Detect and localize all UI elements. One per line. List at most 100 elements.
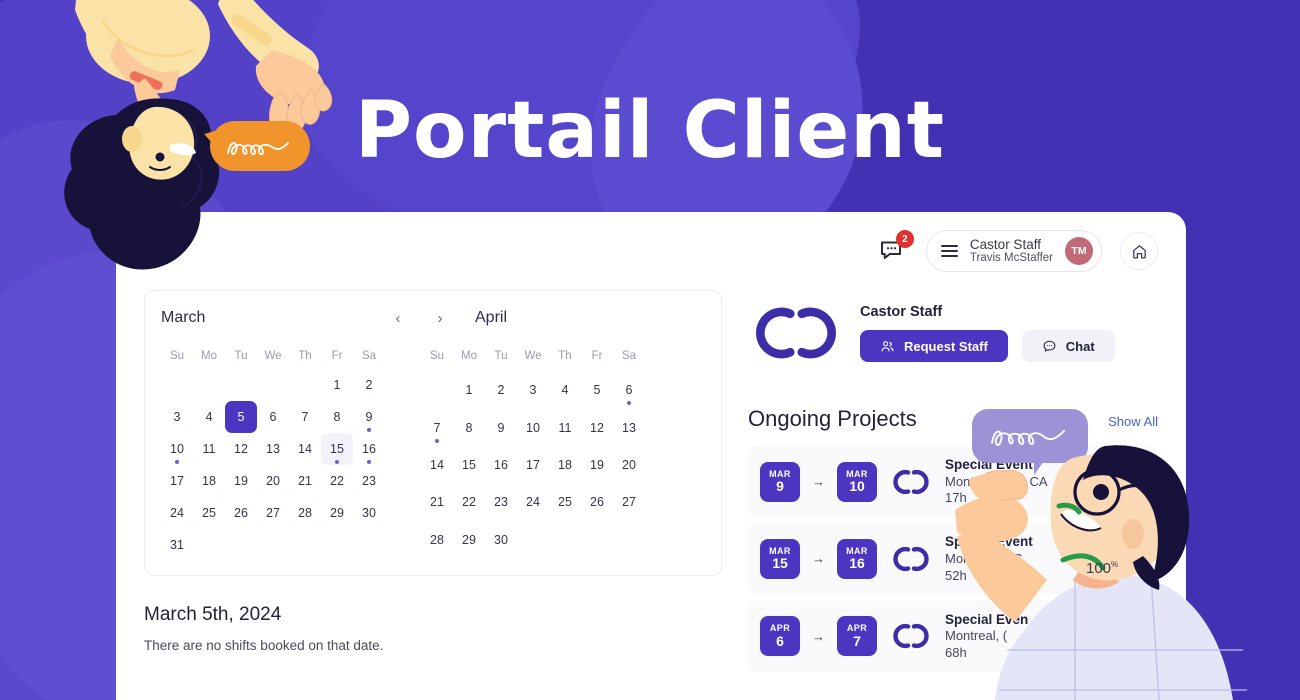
calendar-day-cell[interactable]: 20 <box>257 465 289 497</box>
calendar-day-cell[interactable]: 28 <box>421 524 453 556</box>
project-details: Special Event Montreal, QC, 52h <box>945 533 1033 584</box>
project-list-item[interactable]: APR 6 → APR 7 Special Even Montreal, ( 6… <box>748 600 1158 672</box>
calendar-day-cell[interactable]: 27 <box>613 486 645 518</box>
calendar-day-cell[interactable]: 2 <box>485 374 517 406</box>
chevron-right-icon[interactable]: › <box>433 310 447 327</box>
calendar-day-cell[interactable]: 31 <box>161 529 193 561</box>
calendar-day-cell[interactable]: 17 <box>517 449 549 481</box>
project-location: Montreal, QC, CA <box>945 473 1048 489</box>
project-name: Special Even <box>945 611 1029 627</box>
calendar-day-cell[interactable]: 15 <box>453 449 485 481</box>
calendar-nav: ‹ › <box>391 310 447 327</box>
calendar-day-number: 18 <box>202 474 216 488</box>
user-menu[interactable]: Castor Staff Travis McStaffer TM <box>925 229 1102 273</box>
calendar-day-cell[interactable]: 26 <box>225 497 257 529</box>
user-org-name: Castor Staff <box>969 236 1041 252</box>
calendar-day-cell[interactable]: 2 <box>353 369 385 401</box>
calendar-day-cell[interactable]: 20 <box>613 449 645 481</box>
calendar-day-cell[interactable]: 10 <box>161 433 193 465</box>
request-staff-button[interactable]: Request Staff <box>860 330 1008 362</box>
calendar-day-cell[interactable]: 13 <box>613 412 645 444</box>
calendar-day-cell[interactable]: 3 <box>517 374 549 406</box>
calendar-day-cell[interactable]: 18 <box>549 449 581 481</box>
calendar-day-number: 24 <box>526 495 540 510</box>
calendar-day-cell[interactable]: 26 <box>581 486 613 518</box>
calendar-event-dot <box>367 428 371 432</box>
calendar-day-cell[interactable]: 10 <box>517 412 549 444</box>
chip-day: 15 <box>772 555 788 572</box>
calendar-day-cell[interactable]: 24 <box>161 497 193 529</box>
calendar-day-number: 18 <box>558 457 572 472</box>
percent-value: 100 <box>1086 560 1112 577</box>
show-all-link[interactable]: Show All <box>1108 414 1158 429</box>
calendar-day-number: 23 <box>494 495 508 510</box>
calendar-day-cell[interactable]: 9 <box>353 401 385 433</box>
calendar-day-cell[interactable]: 12 <box>225 433 257 465</box>
calendar-day-cell[interactable]: 4 <box>193 401 225 433</box>
calendar-day-cell[interactable]: 21 <box>289 465 321 497</box>
calendar-day-cell[interactable]: 16 <box>353 433 385 465</box>
home-button[interactable] <box>1120 232 1158 270</box>
calendar-day-cell[interactable]: 30 <box>485 524 517 556</box>
calendar-day-cell[interactable]: 5 <box>581 374 613 406</box>
calendar-day-cell[interactable]: 22 <box>321 465 353 497</box>
calendar-day-cell[interactable]: 19 <box>225 465 257 497</box>
calendar-day-number: 27 <box>266 506 280 520</box>
chevron-left-icon[interactable]: ‹ <box>391 310 405 327</box>
calendar-day-cell[interactable]: 25 <box>193 497 225 529</box>
calendar-day-number: 1 <box>465 383 473 398</box>
calendar-day-cell[interactable]: 22 <box>453 486 485 518</box>
calendar-day-cell[interactable]: 30 <box>353 497 385 529</box>
project-list-item[interactable]: MAR 15 → MAR 16 Special Event Montreal, … <box>748 523 1158 595</box>
messages-button[interactable]: 2 <box>878 230 914 266</box>
calendar-day-cell[interactable]: 23 <box>353 465 385 497</box>
chip-day: 6 <box>776 632 784 649</box>
calendar-day-cell[interactable]: 9 <box>485 412 517 444</box>
calendar-day-number: 11 <box>558 420 572 435</box>
calendar-day-cell[interactable]: 14 <box>289 433 321 465</box>
calendar-day-cell[interactable]: 21 <box>421 486 453 518</box>
calendar-day-cell[interactable]: 14 <box>421 449 453 481</box>
calendar-day-name: Fr <box>591 350 603 362</box>
calendar-day-cell[interactable]: 8 <box>321 401 353 433</box>
calendar-day-number: 7 <box>301 410 309 424</box>
chat-button[interactable]: Chat <box>1021 330 1115 362</box>
calendar-day-cell[interactable]: 23 <box>485 486 517 518</box>
calendar-day-cell[interactable]: 28 <box>289 497 321 529</box>
calendar-empty-cell <box>161 369 193 401</box>
project-name: Special Event <box>945 534 1033 550</box>
calendar-day-cell[interactable]: 8 <box>453 412 485 444</box>
calendar-day-cell[interactable]: 11 <box>549 412 581 444</box>
calendar-day-cell[interactable]: 13 <box>257 433 289 465</box>
calendar-empty-cell <box>225 369 257 401</box>
calendar-grid-april: Su Mo Tu We Th Fr Sa 1 2 3 4 5 6 7 8 9 10 11 12 13 14 15 16 17 1… <box>421 343 645 561</box>
calendar-day-cell[interactable]: 11 <box>193 433 225 465</box>
calendar-day-cell[interactable]: 17 <box>161 465 193 497</box>
calendar-day-cell[interactable]: 29 <box>453 524 485 556</box>
calendar-day-cell[interactable]: 25 <box>549 486 581 518</box>
calendar-day-cell[interactable]: 1 <box>321 369 353 401</box>
calendar-day-cell[interactable]: 5 <box>225 401 257 433</box>
castor-interlocking-rings-logo <box>893 624 929 649</box>
calendar-day-cell[interactable]: 6 <box>613 374 645 406</box>
calendar-day-cell[interactable]: 16 <box>485 449 517 481</box>
calendar-day-cell[interactable]: 4 <box>549 374 581 406</box>
calendar-day-number: 16 <box>362 442 376 456</box>
calendar-day-cell[interactable]: 7 <box>421 412 453 444</box>
calendar-day-number: 3 <box>529 383 537 398</box>
calendar-day-cell[interactable]: 19 <box>581 449 613 481</box>
calendar-grids: Su Mo Tu We Th Fr Sa 1 2 3 4 5 6 7 8 9 10 11 12 13 14 15 16 17 1… <box>161 343 705 561</box>
project-list-item[interactable]: MAR 9 → MAR 10 Special Event Montreal, Q… <box>748 446 1158 518</box>
calendar-day-cell[interactable]: 24 <box>517 486 549 518</box>
calendar-day-cell[interactable]: 18 <box>193 465 225 497</box>
calendar-day-cell[interactable]: 1 <box>453 374 485 406</box>
calendar-day-cell[interactable]: 27 <box>257 497 289 529</box>
calendar-day-cell[interactable]: 15 <box>321 433 353 465</box>
calendar-day-cell[interactable]: 3 <box>161 401 193 433</box>
calendar-day-number: 5 <box>237 410 245 424</box>
chip-day: 9 <box>776 478 784 495</box>
calendar-day-cell[interactable]: 7 <box>289 401 321 433</box>
calendar-day-cell[interactable]: 6 <box>257 401 289 433</box>
calendar-day-cell[interactable]: 29 <box>321 497 353 529</box>
calendar-day-cell[interactable]: 12 <box>581 412 613 444</box>
